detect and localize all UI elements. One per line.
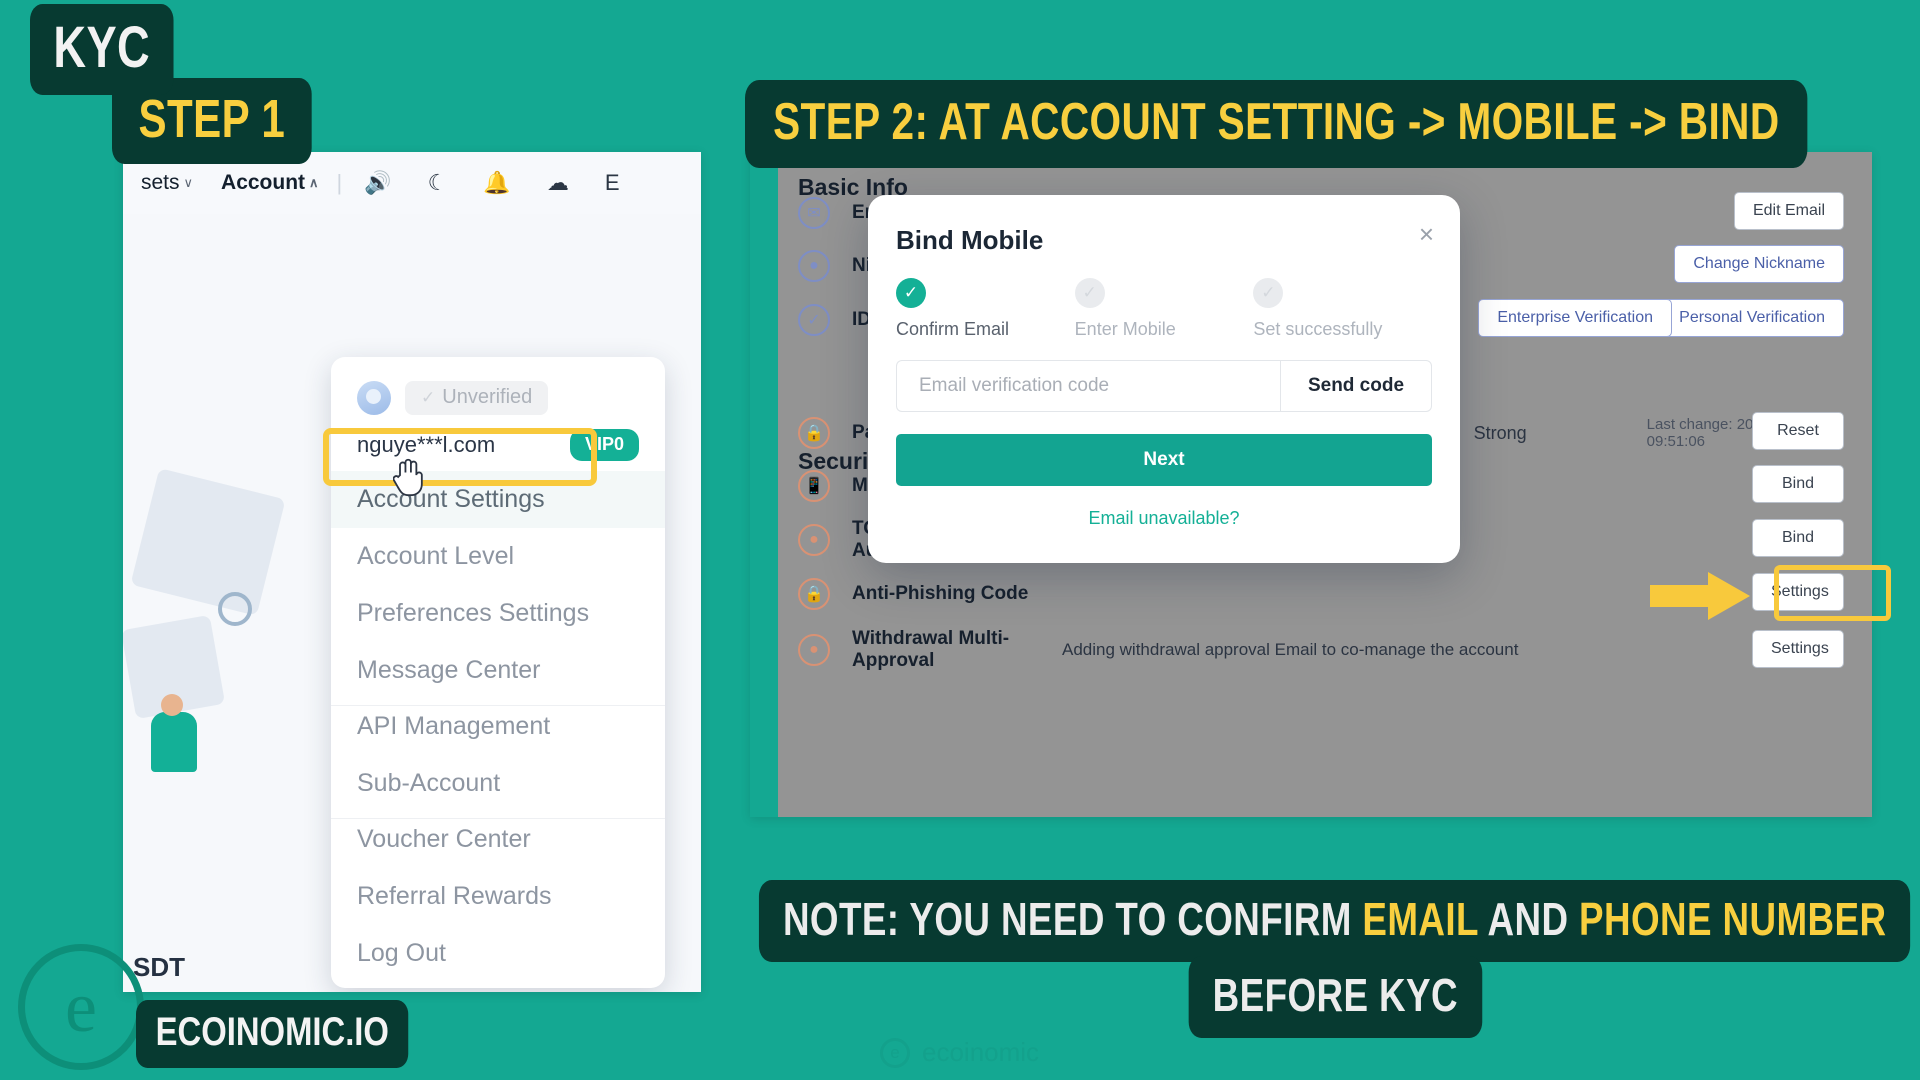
phishing-shield-icon: 🔒 bbox=[798, 578, 830, 610]
envelope-icon: ✉ bbox=[798, 197, 830, 229]
row-label-withdrawal: Withdrawal Multi-Approval bbox=[852, 628, 1010, 671]
shield-icon: ✓ bbox=[421, 387, 436, 407]
withdrawal-description: Adding withdrawal approval Email to co-m… bbox=[1062, 640, 1519, 659]
sound-icon[interactable]: 🔊 bbox=[346, 170, 409, 196]
download-icon[interactable]: ☁ bbox=[529, 170, 587, 196]
menu-item-sub-account[interactable]: Sub-Account bbox=[331, 755, 665, 812]
vip-level-badge: VIP0 bbox=[569, 429, 639, 461]
menu-item-account-settings[interactable]: Account Settings bbox=[331, 471, 665, 528]
menu-item-account-level[interactable]: Account Level bbox=[331, 528, 665, 585]
step-dot-pending-icon: ✓ bbox=[1074, 278, 1105, 308]
badge-brand-site: ECOINOMIC.IO bbox=[136, 1000, 409, 1068]
decorative-person-illustration bbox=[151, 694, 197, 772]
shield-key-icon: ● bbox=[798, 524, 830, 556]
approval-user-icon: ● bbox=[798, 634, 830, 666]
bind-mobile-button[interactable]: Bind bbox=[1752, 465, 1844, 503]
badge-kyc: KYC bbox=[30, 4, 174, 95]
note-line-1: NOTE: YOU NEED TO CONFIRM EMAIL AND PHON… bbox=[759, 880, 1911, 962]
mouse-cursor-icon bbox=[393, 458, 423, 497]
nav-account-label: Account bbox=[221, 171, 306, 194]
menu-item-log-out[interactable]: Log Out bbox=[331, 925, 665, 982]
email-verification-code-input[interactable]: Email verification code bbox=[896, 360, 1280, 412]
user-icon: ● bbox=[798, 250, 830, 282]
dark-mode-icon[interactable]: ☾ bbox=[410, 170, 466, 196]
account-email: nguye***l.com bbox=[357, 432, 496, 457]
withdrawal-settings-button[interactable]: Settings bbox=[1752, 630, 1844, 668]
note-text-b: AND bbox=[1478, 893, 1580, 945]
bind-mobile-dialog: Bind Mobile × ✓ Confirm Email ✓ Enter Mo… bbox=[868, 195, 1460, 563]
table-row-withdrawal-multi-approval: ● Withdrawal Multi-Approval Adding withd… bbox=[798, 620, 1848, 680]
edit-email-button[interactable]: Edit Email bbox=[1733, 192, 1844, 230]
step-confirm-email: ✓ Confirm Email bbox=[896, 278, 1075, 340]
note-highlight-phone: PHONE NUMBER bbox=[1579, 893, 1887, 945]
close-icon[interactable]: × bbox=[1419, 221, 1434, 247]
menu-item-preferences-settings[interactable]: Preferences Settings bbox=[331, 585, 665, 642]
step-enter-mobile: ✓ Enter Mobile bbox=[1074, 278, 1254, 340]
verified-badge-icon: ✓ bbox=[798, 304, 830, 336]
menu-item-list: Account Settings Account Level Preferences… bbox=[331, 471, 665, 982]
nav-item-assets[interactable]: sets ∨ bbox=[127, 171, 207, 195]
decorative-illustration-a bbox=[130, 468, 286, 616]
chevron-up-icon: ∧ bbox=[309, 175, 319, 190]
menu-item-message-center[interactable]: Message Center bbox=[331, 642, 665, 699]
account-dropdown-menu: ✓ Unverified nguye***l.com VIP0 Account … bbox=[331, 357, 665, 988]
email-unavailable-link[interactable]: Email unavailable? bbox=[896, 508, 1432, 529]
right-screenshot-panel: Basic Info Security Settin ✉ Email Edit … bbox=[750, 152, 1872, 817]
mobile-phone-icon: 📱 bbox=[798, 470, 830, 502]
menu-item-api-management[interactable]: API Management bbox=[331, 705, 665, 755]
reset-password-button[interactable]: Reset bbox=[1752, 412, 1844, 450]
send-code-button[interactable]: Send code bbox=[1280, 360, 1432, 412]
status-badge-unverified: ✓ Unverified bbox=[405, 381, 549, 415]
notification-bell-icon[interactable]: 🔔 bbox=[465, 170, 528, 196]
avatar bbox=[357, 381, 391, 415]
note-text-a: NOTE: YOU NEED TO CONFIRM bbox=[783, 893, 1363, 945]
dialog-title: Bind Mobile bbox=[896, 225, 1044, 255]
note-banner: NOTE: YOU NEED TO CONFIRM EMAIL AND PHON… bbox=[759, 880, 1911, 1038]
bind-button-highlight-box bbox=[1774, 565, 1891, 621]
menu-item-voucher-center[interactable]: Voucher Center bbox=[331, 818, 665, 868]
personal-verification-button[interactable]: Personal Verification bbox=[1660, 299, 1844, 337]
bind-totp-button[interactable]: Bind bbox=[1752, 519, 1844, 557]
background-usdt-label: SDT bbox=[133, 952, 185, 982]
left-screenshot-panel: sets ∨ Account ∧ | 🔊 ☾ 🔔 ☁ E SDT 0 ✓ Unv… bbox=[123, 152, 701, 992]
chevron-down-icon: ∨ bbox=[183, 175, 194, 190]
row-label-anti-phishing: Anti-Phishing Code bbox=[852, 583, 1029, 605]
note-highlight-email: EMAIL bbox=[1362, 893, 1479, 945]
decorative-circle bbox=[218, 592, 252, 626]
unverified-label: Unverified bbox=[442, 386, 533, 408]
left-rail bbox=[750, 152, 778, 817]
stepper: ✓ Confirm Email ✓ Enter Mobile ✓ Set suc… bbox=[896, 278, 1432, 340]
change-nickname-button[interactable]: Change Nickname bbox=[1674, 245, 1844, 283]
badge-step2: STEP 2: AT ACCOUNT SETTING -> MOBILE -> … bbox=[745, 80, 1808, 168]
nav-item-account[interactable]: Account ∧ bbox=[207, 171, 333, 195]
step-label-enter-mobile: Enter Mobile bbox=[1074, 319, 1176, 339]
nav-separator: | bbox=[336, 170, 343, 195]
note-line-2: BEFORE KYC bbox=[1188, 956, 1482, 1038]
lock-icon: 🔒 bbox=[798, 417, 830, 449]
ecoinomic-logo-icon: e bbox=[18, 944, 144, 1070]
step-label-set-successfully: Set successfully bbox=[1253, 319, 1383, 339]
step-dot-done-icon: ✓ bbox=[896, 278, 926, 308]
next-button[interactable]: Next bbox=[896, 434, 1432, 486]
nav-assets-label: sets bbox=[141, 171, 180, 194]
nav-item-more[interactable]: E bbox=[587, 170, 638, 196]
enterprise-verification-button[interactable]: Enterprise Verification bbox=[1478, 299, 1672, 337]
verification-code-row: Email verification code Send code bbox=[896, 360, 1432, 412]
menu-header: ✓ Unverified nguye***l.com VIP0 bbox=[331, 375, 665, 471]
menu-item-referral-rewards[interactable]: Referral Rewards bbox=[331, 868, 665, 925]
step-dot-pending-icon-2: ✓ bbox=[1253, 278, 1284, 308]
step-label-confirm-email: Confirm Email bbox=[896, 319, 1010, 339]
pointer-arrow-icon bbox=[1650, 572, 1750, 620]
watermark-logo-icon: e bbox=[880, 1037, 910, 1068]
password-strength-label: Strong bbox=[1473, 422, 1527, 443]
watermark-label: ecoinomic bbox=[922, 1037, 1040, 1067]
step-set-successfully: ✓ Set successfully bbox=[1253, 278, 1432, 340]
watermark: e ecoinomic bbox=[880, 1037, 1039, 1068]
